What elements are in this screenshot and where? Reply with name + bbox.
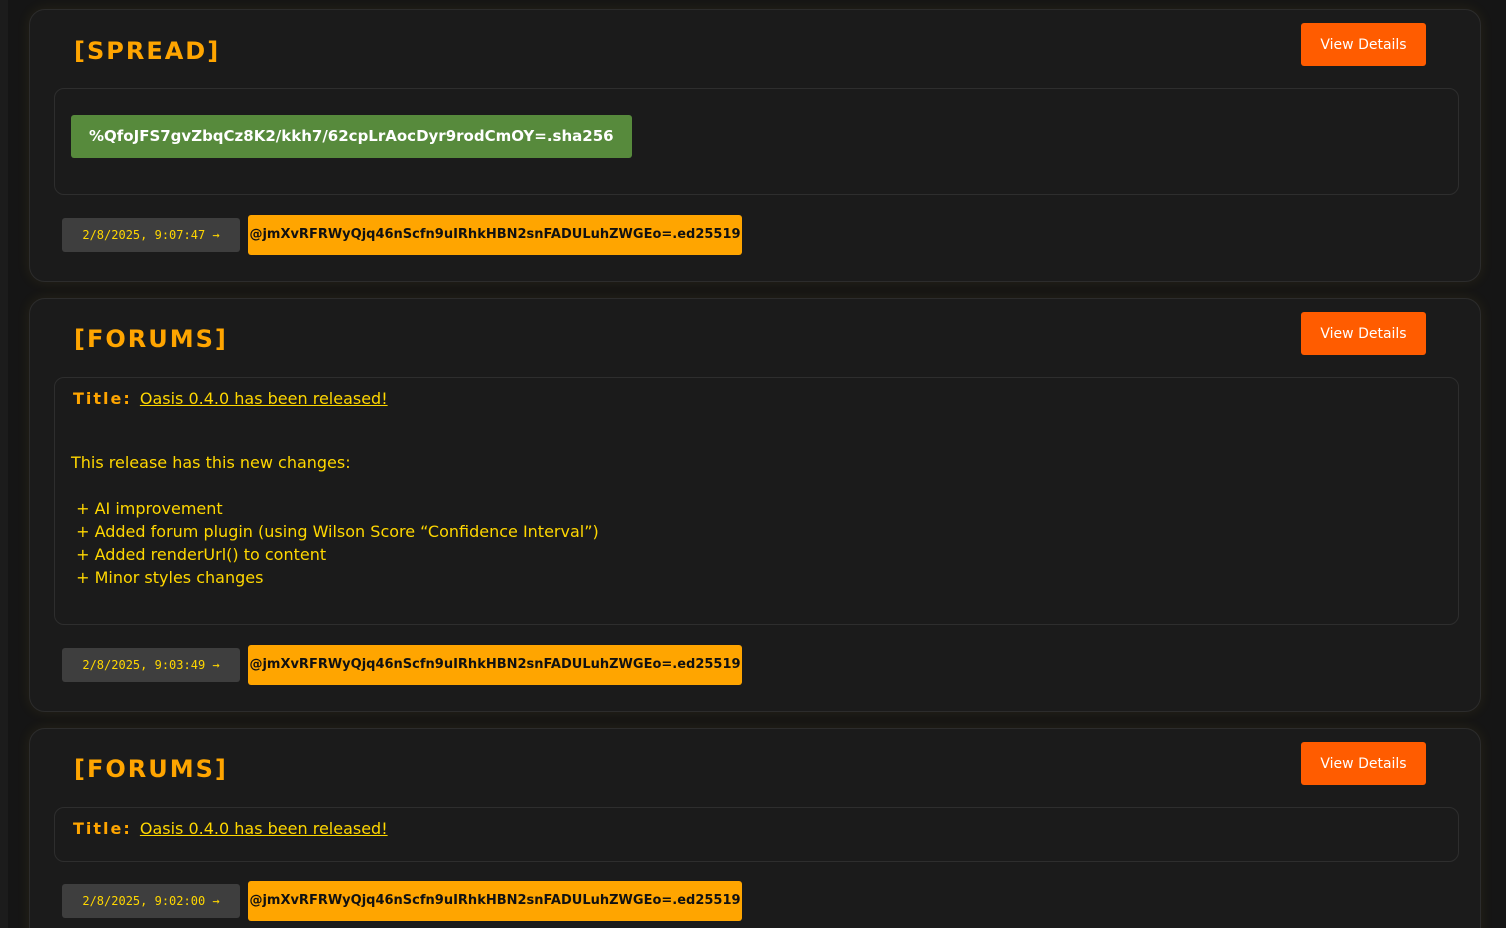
- view-details-button[interactable]: View Details: [1301, 23, 1426, 66]
- post-title-link[interactable]: Oasis 0.4.0 has been released!: [140, 389, 388, 408]
- author-link[interactable]: @jmXvRFRWyQjq46nScfn9uIRhkHBN2snFADULuhZ…: [248, 645, 742, 685]
- post-card-forum: [FORUMS] View Details Title: Oasis 0.4.0…: [29, 728, 1481, 928]
- title-label: Title:: [73, 819, 132, 838]
- post-type-label: [FORUMS]: [74, 325, 228, 353]
- post-content: Title: Oasis 0.4.0 has been released! Th…: [54, 377, 1459, 625]
- author-link[interactable]: @jmXvRFRWyQjq46nScfn9uIRhkHBN2snFADULuhZ…: [248, 215, 742, 255]
- feed-page: [SPREAD] View Details %QfoJFS7gvZbqCz8K2…: [0, 0, 1506, 928]
- post-content: Title: Oasis 0.4.0 has been released!: [54, 807, 1459, 862]
- post-timestamp-link[interactable]: 2/8/2025, 9:03:49 →: [62, 648, 240, 682]
- post-body: This release has this new changes: + AI …: [71, 453, 599, 587]
- post-card-spread: [SPREAD] View Details %QfoJFS7gvZbqCz8K2…: [29, 9, 1481, 282]
- post-type-label: [SPREAD]: [74, 37, 221, 65]
- post-title-row: Title: Oasis 0.4.0 has been released!: [73, 389, 388, 408]
- post-timestamp-link[interactable]: 2/8/2025, 9:07:47 →: [62, 218, 240, 252]
- view-details-button[interactable]: View Details: [1301, 742, 1426, 785]
- message-hash-link[interactable]: %QfoJFS7gvZbqCz8K2/kkh7/62cpLrAocDyr9rod…: [71, 115, 632, 158]
- post-content: %QfoJFS7gvZbqCz8K2/kkh7/62cpLrAocDyr9rod…: [54, 88, 1459, 195]
- author-link[interactable]: @jmXvRFRWyQjq46nScfn9uIRhkHBN2snFADULuhZ…: [248, 881, 742, 921]
- post-card-forum: [FORUMS] View Details Title: Oasis 0.4.0…: [29, 298, 1481, 712]
- view-details-button[interactable]: View Details: [1301, 312, 1426, 355]
- post-title-link[interactable]: Oasis 0.4.0 has been released!: [140, 819, 388, 838]
- title-label: Title:: [73, 389, 132, 408]
- post-title-row: Title: Oasis 0.4.0 has been released!: [73, 819, 388, 838]
- post-timestamp-link[interactable]: 2/8/2025, 9:02:00 →: [62, 884, 240, 918]
- post-type-label: [FORUMS]: [74, 755, 228, 783]
